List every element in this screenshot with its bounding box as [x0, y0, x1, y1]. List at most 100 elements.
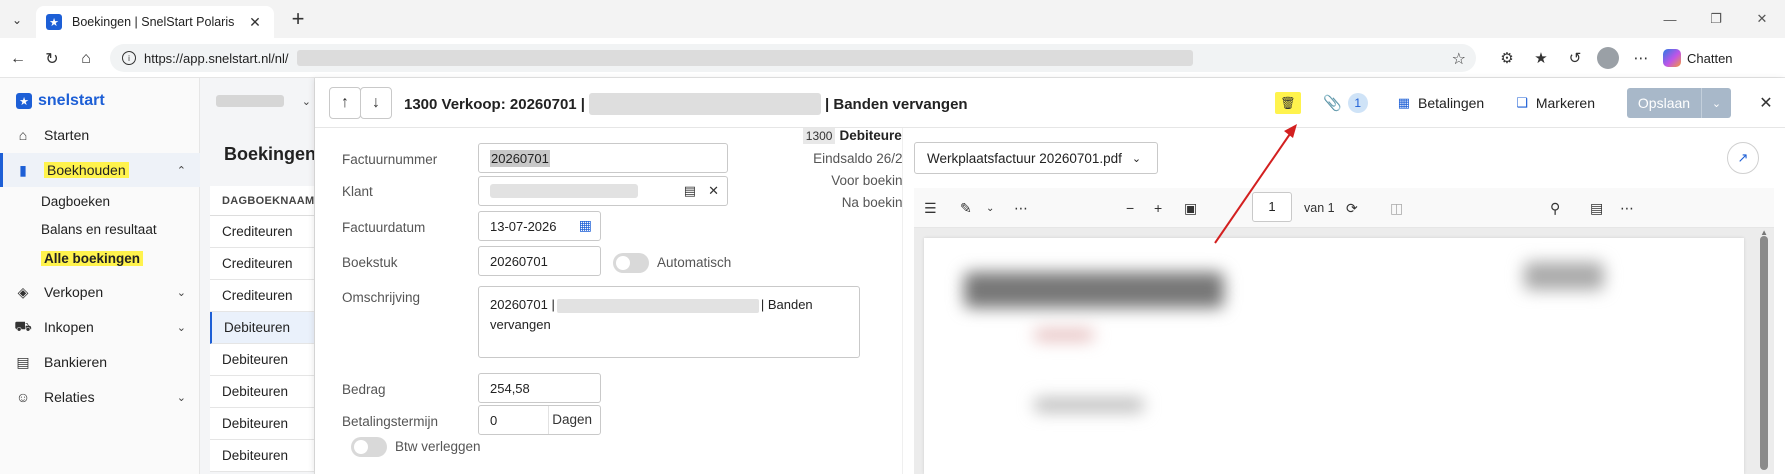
betalingen-button[interactable]: ▦ Betalingen — [1398, 95, 1484, 111]
clear-icon[interactable]: ✕ — [708, 183, 719, 199]
sidebar-subitem-alle-boekingen[interactable]: Alle boekingen — [41, 247, 144, 271]
sidebar-item-label: Boekhouden — [44, 162, 129, 178]
sidebar-item-label: Verkopen — [44, 284, 104, 300]
open-external-icon[interactable]: ↗ — [1727, 142, 1759, 174]
pdf-document-area[interactable]: ▲ — [914, 228, 1774, 474]
chevron-down-icon: ⌄ — [1131, 152, 1142, 165]
chevron-down-icon[interactable]: ⌄ — [177, 321, 186, 334]
attachments-button[interactable]: 📎 1 — [1323, 93, 1368, 113]
attachment-file-select[interactable]: Werkplaatsfactuur 20260701.pdf ⌄ — [914, 142, 1158, 174]
sidebar-subitem-balans[interactable]: Balans en resultaat — [41, 218, 157, 242]
tab-close-icon[interactable]: ✕ — [246, 14, 264, 31]
history-icon[interactable]: ↺ — [1563, 46, 1587, 70]
more-options-icon[interactable]: ⋯ — [1620, 197, 1634, 219]
table-row[interactable]: Debiteuren — [210, 440, 314, 472]
sidebar-item-label: Relaties — [44, 389, 95, 405]
chevron-down-icon[interactable]: ⌄ — [177, 391, 186, 404]
new-tab-icon[interactable]: + — [286, 8, 310, 32]
profile-avatar[interactable] — [1597, 47, 1619, 69]
minimize-icon[interactable]: — — [1647, 0, 1693, 38]
zoom-in-icon[interactable]: + — [1154, 197, 1162, 219]
sidebar-item-verkopen[interactable]: ◈ Verkopen ⌄ — [0, 275, 200, 309]
table-row[interactable]: Crediteuren — [210, 216, 314, 248]
save-button[interactable]: Opslaan — [1627, 88, 1701, 118]
browser-address-bar: ← ↻ ⌂ i https://app.snelstart.nl/nl/ ☆ ⚙… — [0, 38, 1785, 78]
contents-list-icon[interactable]: ☰ — [924, 197, 937, 219]
klant-input[interactable]: ▤ ✕ — [478, 176, 728, 206]
boekstuk-input[interactable]: 20260701 — [478, 246, 601, 276]
save-icon[interactable]: ▤ — [1590, 197, 1603, 219]
tab-title: Boekingen | SnelStart Polaris — [72, 15, 235, 29]
copilot-button[interactable]: Chatten — [1663, 49, 1733, 67]
factuurdatum-value: 13-07-2026 — [490, 218, 557, 234]
sidebar-item-boekhouden[interactable]: ▮ Boekhouden ⌃ — [0, 153, 200, 187]
url-input[interactable]: i https://app.snelstart.nl/nl/ ☆ — [110, 44, 1476, 72]
sidebar-item-bankieren[interactable]: ▤ Bankieren — [0, 345, 200, 379]
site-info-icon[interactable]: i — [122, 51, 136, 65]
url-text: https://app.snelstart.nl/nl/ — [144, 50, 289, 66]
sidebar-item-starten[interactable]: ⌂ Starten — [0, 118, 200, 152]
omschrijving-textarea[interactable]: 20260701 | | Banden vervangen — [478, 286, 860, 358]
favorites-icon[interactable]: ★ — [1529, 46, 1553, 70]
column-header-dagboeknaam[interactable]: DAGBOEKNAAM — [210, 186, 314, 216]
blurred-header-text — [1524, 262, 1604, 290]
delete-trash-icon[interactable]: 🗑 — [1275, 92, 1302, 114]
zoom-out-icon[interactable]: − — [1126, 197, 1134, 219]
refresh-icon[interactable]: ↻ — [40, 47, 64, 71]
bedrag-input[interactable]: 254,58 — [478, 373, 601, 403]
more-tools-icon[interactable]: ⋯ — [1014, 197, 1028, 219]
more-options-icon[interactable]: ⋯ — [1629, 46, 1653, 70]
rotate-icon[interactable]: ⟳ — [1346, 197, 1358, 219]
bank-icon: ▤ — [16, 353, 30, 370]
factuurnummer-input[interactable]: 20260701 — [478, 143, 728, 173]
highlight-marker-icon[interactable]: ✎ — [960, 197, 972, 219]
home-browser-icon[interactable]: ⌂ — [74, 47, 98, 71]
table-row[interactable]: Debiteuren — [210, 344, 314, 376]
sidebar-item-relaties[interactable]: ☺ Relaties ⌄ — [0, 380, 200, 414]
markeren-button[interactable]: ❑ Markeren — [1516, 95, 1595, 111]
restore-icon[interactable]: ❐ — [1693, 0, 1739, 38]
modal-close-icon[interactable]: ✕ — [1751, 93, 1781, 113]
btw-verleggen-toggle[interactable] — [351, 437, 387, 457]
favorite-star-icon[interactable]: ☆ — [1452, 49, 1466, 69]
modal-header: ↑ ↓ 1300 Verkoop: 20260701 | | Banden ve… — [315, 78, 1785, 128]
back-icon[interactable]: ← — [6, 47, 30, 71]
pdf-toolbar: ☰ ✎ ⌄ ⋯ − + ▣ 1 van 1 ⟳ ◫ ⚲ ▤ ⋯ — [914, 188, 1774, 228]
account-name-line: 1300 Debiteuren — [802, 128, 910, 144]
two-page-view-icon[interactable]: ◫ — [1390, 197, 1403, 219]
next-arrow-down-icon[interactable]: ↓ — [360, 87, 392, 119]
save-dropdown-chevron-icon[interactable]: ⌄ — [1701, 88, 1731, 118]
table-row[interactable]: Debiteuren — [210, 312, 314, 344]
klant-label: Klant — [342, 184, 373, 199]
extensions-icon[interactable]: ⚙ — [1495, 46, 1519, 70]
sidebar-item-inkopen[interactable]: ⛟ Inkopen ⌄ — [0, 310, 200, 344]
bedrag-value: 254,58 — [490, 380, 530, 396]
calendar-icon[interactable]: ▦ — [579, 217, 592, 234]
tab-list-chevron-icon[interactable]: ⌄ — [6, 9, 28, 31]
bookmark-icon: ❑ — [1516, 95, 1528, 110]
table-row[interactable]: Crediteuren — [210, 280, 314, 312]
contact-card-icon[interactable]: ▤ — [684, 183, 696, 199]
chevron-down-icon[interactable]: ⌄ — [986, 197, 994, 219]
betalingstermijn-input[interactable]: 0 Dagen — [478, 405, 601, 435]
automatisch-toggle[interactable] — [613, 253, 649, 273]
search-icon[interactable]: ⚲ — [1550, 197, 1560, 219]
table-row[interactable]: Crediteuren — [210, 248, 314, 280]
attachment-count-badge: 1 — [1347, 93, 1368, 113]
factuurdatum-input[interactable]: 13-07-2026 ▦ — [478, 211, 601, 241]
administration-select[interactable]: ⌄ — [216, 90, 311, 112]
browser-tab[interactable]: ★ Boekingen | SnelStart Polaris ✕ — [36, 6, 274, 38]
page-number-input[interactable]: 1 — [1252, 192, 1292, 222]
table-row[interactable]: Debiteuren — [210, 376, 314, 408]
window-close-icon[interactable]: ✕ — [1739, 0, 1785, 38]
sidebar-item-label: Bankieren — [44, 354, 108, 370]
chevron-up-icon[interactable]: ⌃ — [177, 164, 186, 177]
sidebar-subitem-dagboeken[interactable]: Dagboeken — [41, 190, 110, 214]
previous-arrow-up-icon[interactable]: ↑ — [329, 87, 361, 119]
table-row[interactable]: Debiteuren — [210, 408, 314, 440]
pdf-scrollbar[interactable] — [1760, 236, 1768, 470]
account-name: Debiteuren — [839, 128, 910, 143]
snelstart-logo[interactable]: ★ snelstart — [16, 92, 105, 110]
fit-page-icon[interactable]: ▣ — [1184, 197, 1197, 219]
chevron-down-icon[interactable]: ⌄ — [177, 286, 186, 299]
